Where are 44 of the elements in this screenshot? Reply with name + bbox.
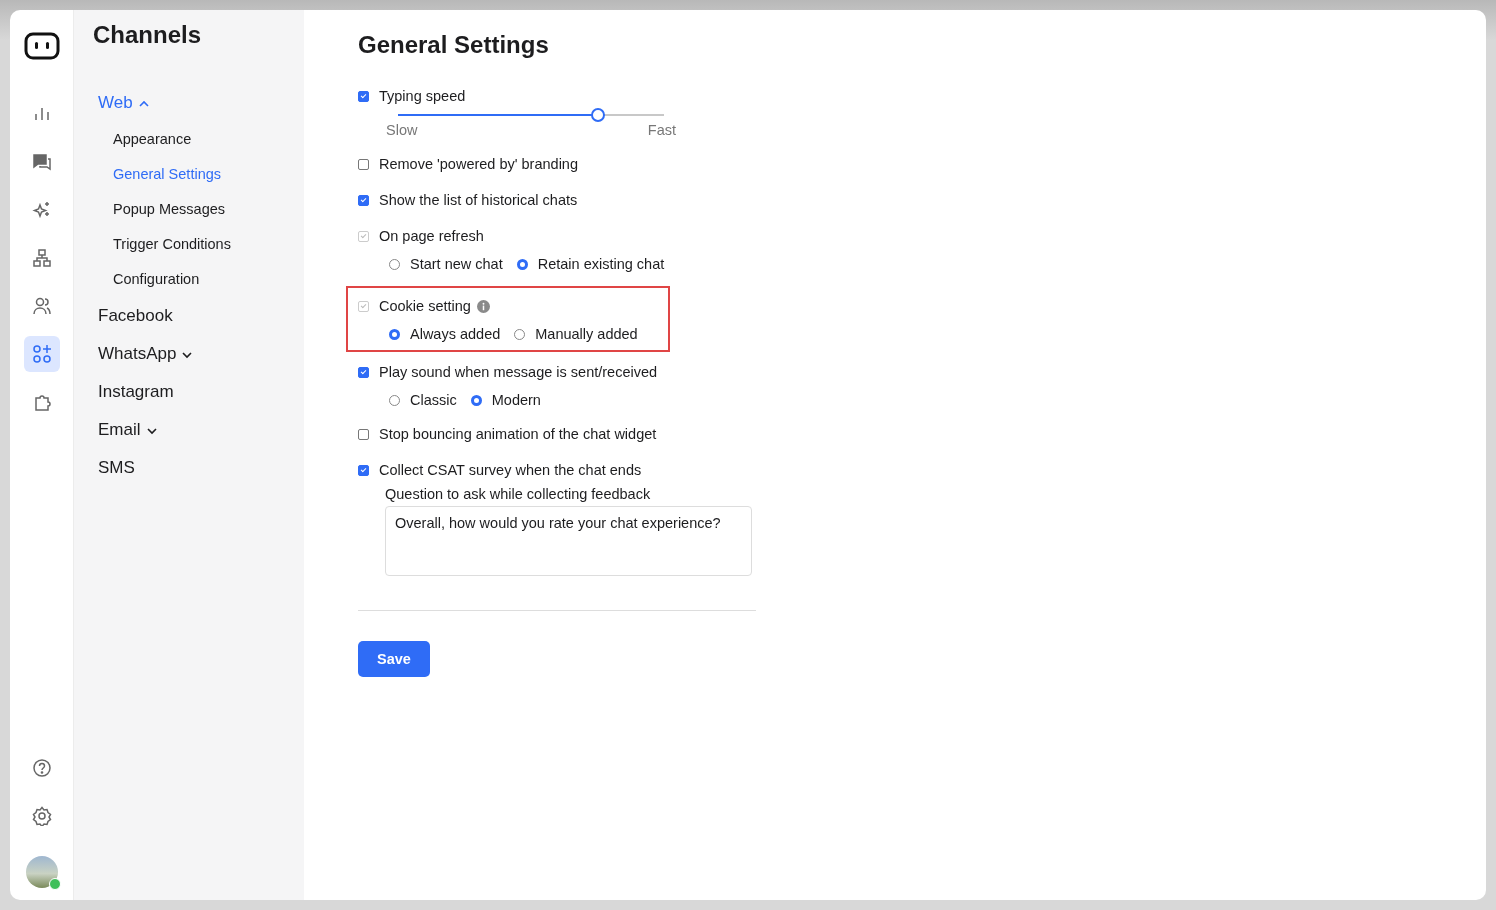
channel-link[interactable]: Web: [98, 84, 150, 122]
option-label: Modern: [491, 392, 541, 408]
channel-link[interactable]: Email: [98, 411, 158, 449]
sub-nav-link[interactable]: Configuration: [113, 261, 200, 296]
save-button[interactable]: Save: [358, 641, 430, 677]
checkbox[interactable]: [358, 428, 369, 440]
field-label: Question to ask while collecting feedback: [385, 486, 652, 502]
option-label: Start new chat: [410, 256, 503, 272]
page-title: General Settings: [358, 30, 550, 60]
option-label: Always added: [410, 326, 501, 342]
setting-label: Remove 'powered by' branding: [379, 156, 578, 172]
channel-link[interactable]: Facebook: [98, 297, 173, 335]
option-label: Classic: [410, 392, 457, 408]
checkbox[interactable]: [358, 194, 369, 206]
setting-label: Stop bouncing animation of the chat widget: [379, 426, 657, 442]
slider-min-label: Slow: [386, 122, 418, 138]
setting-label: Typing speed: [379, 88, 466, 104]
setting-label: Collect CSAT survey when the chat ends: [379, 462, 642, 478]
setting-label: Show the list of historical chats: [379, 192, 578, 208]
sidebar-title: Channels: [93, 20, 203, 50]
channel-link[interactable]: SMS: [98, 449, 135, 487]
channel-link[interactable]: WhatsApp: [98, 335, 194, 373]
sub-nav-link[interactable]: General Settings: [113, 156, 221, 191]
checkbox[interactable]: [358, 90, 369, 102]
slider-max-label: Fast: [647, 122, 676, 138]
option-label: Manually added: [535, 326, 638, 342]
checkbox[interactable]: [358, 464, 369, 476]
checkbox[interactable]: [358, 366, 369, 378]
feedback-question-field[interactable]: Overall, how would you rate your chat experience?: [385, 506, 752, 576]
sub-nav-link[interactable]: Appearance: [113, 121, 192, 156]
sub-nav-link[interactable]: Trigger Conditions: [113, 226, 231, 261]
channel-link[interactable]: Instagram: [98, 373, 174, 411]
radio-button[interactable]: [470, 394, 482, 406]
setting-label: Cookie setting: [379, 298, 471, 314]
setting-label: On page refresh: [379, 228, 484, 244]
speed-slider[interactable]: [398, 108, 664, 122]
slider-thumb[interactable]: [590, 108, 605, 122]
setting-label: Play sound when message is sent/received: [379, 364, 658, 380]
option-label: Retain existing chat: [537, 256, 665, 272]
robot-logo-icon[interactable]: [23, 32, 60, 60]
checkbox[interactable]: [358, 158, 369, 170]
apps-add-icon[interactable]: [23, 336, 60, 372]
sub-nav-link[interactable]: Popup Messages: [113, 191, 226, 226]
avatar[interactable]: [25, 856, 58, 888]
